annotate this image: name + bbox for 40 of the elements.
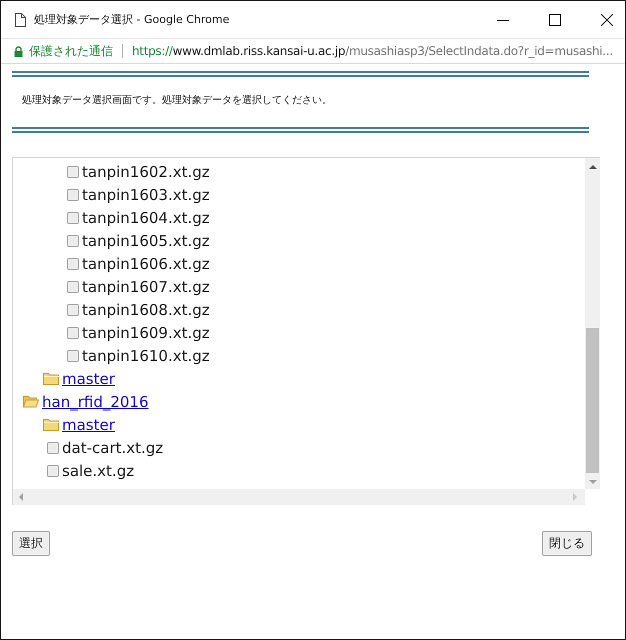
url-text[interactable]: https://www.dmlab.riss.kansai-u.ac.jp/musashiasp3/SelectIndata.do?r_id=musashi... [132,44,613,58]
checkbox[interactable] [47,442,59,454]
select-button[interactable]: 選択 [12,531,50,556]
close-icon[interactable] [601,14,613,26]
scroll-left-icon[interactable] [18,493,24,501]
file-name: tanpin1607.xt.gz [82,278,210,296]
file-name: tanpin1604.xt.gz [82,208,210,226]
file-name: tanpin1609.xt.gz [82,324,210,342]
lock-icon [14,46,23,56]
close-button[interactable]: 閉じる [542,531,592,556]
file-name: tanpin1606.xt.gz [82,254,210,272]
file-name: tanpin1608.xt.gz [82,300,210,318]
checkbox[interactable] [67,234,79,246]
checkbox[interactable] [67,166,79,178]
checkbox[interactable] [47,464,59,476]
scroll-right-icon[interactable] [572,493,578,501]
file-name: dat-cart.xt.gz [62,438,164,456]
instruction-text: 処理対象データ選択画面です。処理対象データを選択してください。 [22,94,333,107]
checkbox[interactable] [67,326,79,338]
file-name: tanpin1602.xt.gz [82,162,210,180]
scroll-down-icon[interactable] [588,479,596,485]
security-label: 保護された通信 [29,42,113,60]
window-title: 処理対象データ選択 - Google Chrome [34,12,230,27]
maximize-icon[interactable] [549,14,561,26]
file-name: tanpin1610.xt.gz [82,346,210,364]
checkbox[interactable] [67,212,79,224]
folder-link[interactable]: master [62,370,115,388]
page-icon [15,12,26,26]
file-name: sale.xt.gz [62,462,134,480]
file-name: tanpin1603.xt.gz [82,186,210,204]
checkbox[interactable] [67,258,79,270]
checkbox[interactable] [67,188,79,200]
scroll-up-icon[interactable] [588,164,596,170]
file-name: tanpin1605.xt.gz [82,232,210,250]
checkbox[interactable] [67,304,79,316]
checkbox[interactable] [67,350,79,362]
folder-link[interactable]: han_rfid_2016 [42,392,149,410]
scrollbar-thumb[interactable] [586,328,599,473]
checkbox[interactable] [67,280,79,292]
folder-link[interactable]: master [62,416,115,434]
